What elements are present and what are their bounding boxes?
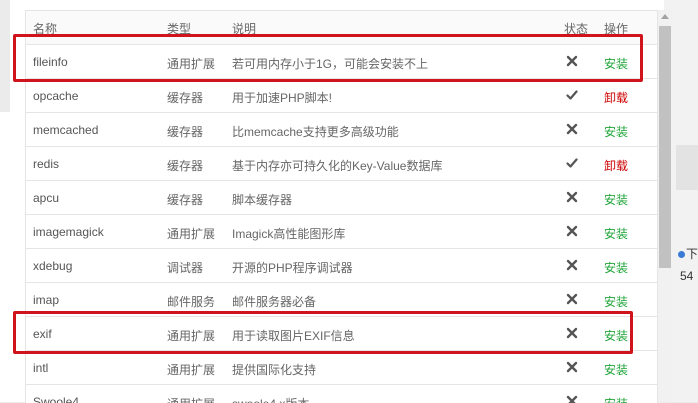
cross-icon [566,225,580,239]
cross-icon [566,55,580,69]
extension-desc: Imagick高性能图形库 [232,227,346,241]
extension-dialog: 名称 类型 说明 状态 操作 fileinfo 通用扩展 若可用内存小于1G，可能会… [10,0,672,403]
install-link[interactable]: 安装 [604,293,628,310]
extension-name: imagemagick [33,225,104,239]
extension-name: redis [33,157,60,171]
table-row: Swoole4通用扩展swoole4.x版本安装 [26,385,657,403]
extension-desc: 脚本缓存器 [232,193,293,207]
extension-name: fileinfo [33,55,68,69]
extension-desc: 用于读取图片EXIF信息 [232,329,355,343]
install-link[interactable]: 安装 [604,191,628,208]
cross-icon [566,361,580,375]
extension-name: intl [33,361,49,375]
extension-type: 调试器 [167,261,204,275]
header-name: 名称 [33,22,58,36]
scrollbar[interactable] [658,10,672,402]
table-row: imap 邮件服务 邮件服务器必备 安装 [26,283,657,317]
install-link[interactable]: 安装 [604,225,628,242]
extension-type: 通用扩展 [167,227,216,241]
extension-name: imap [33,293,60,307]
extension-desc: 开源的PHP程序调试器 [232,261,353,275]
check-icon [566,157,580,171]
extension-name: exif [33,327,52,341]
header-status: 状态 [564,22,589,36]
install-link[interactable]: 安装 [604,361,628,378]
header-type: 类型 [167,22,192,36]
extension-desc: 用于加速PHP脚本! [232,91,333,105]
header-desc: 说明 [232,22,257,36]
install-link[interactable]: 安装 [604,55,628,72]
table-row: fileinfo 通用扩展 若可用内存小于1G，可能会安装不上 安装 [26,45,657,79]
extension-name: apcu [33,191,60,205]
table-row: redis 缓存器 基于内存亦可持久化的Key-Value数据库 卸载 [26,147,657,181]
background-panel-left [0,112,10,402]
extension-type: 通用扩展 [167,329,216,343]
extension-desc: 比memcache支持更多高级功能 [232,125,399,139]
extension-desc: 若可用内存小于1G，可能会安装不上 [232,57,429,71]
extension-type: 通用扩展 [167,363,216,377]
scroll-thumb[interactable] [659,26,671,268]
cross-icon [566,293,580,307]
table-row: opcache 缓存器 用于加速PHP脚本! 卸载 [26,79,657,113]
table-body: fileinfo 通用扩展 若可用内存小于1G，可能会安装不上 安装 opcache 缓存… [26,45,657,403]
install-link[interactable]: 安装 [604,123,628,140]
cross-icon [566,123,580,137]
table-row: memcached 缓存器 比memcache支持更多高级功能 安装 [26,113,657,147]
extension-type: 缓存器 [167,159,204,173]
check-icon [566,89,580,103]
table-row: apcu 缓存器 脚本缓存器 安装 [26,181,657,215]
extension-type: 通用扩展 [167,57,216,71]
extension-name: xdebug [33,259,73,273]
table-row: imagemagick 通用扩展 Imagick高性能图形库 安装 [26,215,657,249]
extension-desc: 基于内存亦可持久化的Key-Value数据库 [232,159,443,173]
table-row: xdebug 调试器 开源的PHP程序调试器 安装 [26,249,657,283]
cross-icon [566,327,580,341]
header-op: 操作 [604,22,629,36]
extension-type: 缓存器 [167,125,204,139]
table-row: intl 通用扩展 提供国际化支持 安装 [26,351,657,385]
extension-desc: 提供国际化支持 [232,363,317,377]
scroll-up-arrow-icon[interactable] [661,14,669,19]
background-text-1: 下 [678,245,698,262]
cross-icon [566,259,580,273]
extension-name: memcached [33,123,99,137]
extension-type: 邮件服务 [167,295,216,309]
extension-type: 缓存器 [167,193,204,207]
table-header: 名称 类型 说明 状态 操作 [26,11,657,45]
cross-icon [566,191,580,205]
background-band [676,145,698,190]
install-link[interactable]: 安装 [604,327,628,344]
extension-name: opcache [33,89,79,103]
table-row: exif 通用扩展 用于读取图片EXIF信息 安装 [26,317,657,351]
radio-dot-icon [678,251,685,259]
uninstall-link[interactable]: 卸载 [604,89,628,106]
background-text-2: 54 [680,269,694,283]
extension-desc: 邮件服务器必备 [232,295,317,309]
extension-type: 缓存器 [167,91,204,105]
install-link[interactable]: 安装 [604,259,628,276]
extension-table: 名称 类型 说明 状态 操作 fileinfo 通用扩展 若可用内存小于1G，可能会… [25,10,658,403]
uninstall-link[interactable]: 卸载 [604,157,628,174]
